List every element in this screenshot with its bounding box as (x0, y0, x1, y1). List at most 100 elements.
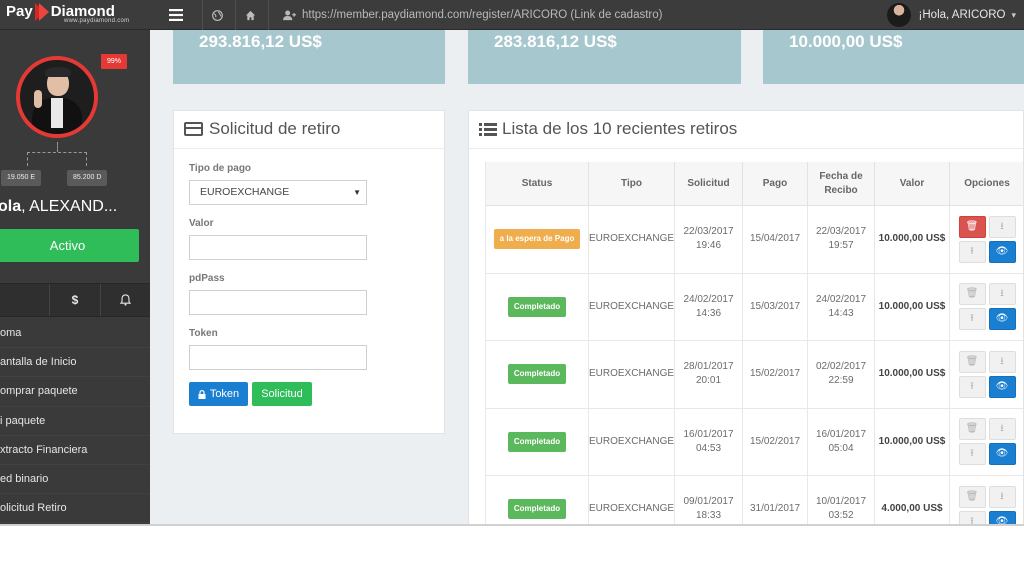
view-button[interactable]: 👁 (988, 443, 1016, 466)
upload-button[interactable]: ⭱ (958, 240, 986, 263)
status-cell: Completado (485, 341, 589, 409)
status-badge: a la espera de Pago (493, 229, 581, 250)
view-button[interactable]: 👁 (988, 308, 1016, 331)
upload-button[interactable]: ⭱ (958, 443, 986, 466)
recibo-cell: 24/02/2017 14:43 (808, 273, 875, 341)
binary-tree-branches (27, 152, 87, 166)
download-button[interactable]: ⭳ (988, 350, 1016, 373)
token-input[interactable] (189, 345, 367, 370)
globe-button[interactable] (202, 0, 232, 30)
referral-link[interactable]: https://member.paydiamond.com/register/A… (268, 0, 662, 30)
menu-toggle-button[interactable] (160, 0, 192, 30)
solicitud-cell: 28/01/2017 20:01 (675, 341, 743, 409)
stat-card-1: 293.816,12 US$ (173, 30, 445, 84)
table-row: a la espera de Pago EUROEXCHANGE 22/03/2… (485, 206, 1023, 274)
delete-button[interactable]: 🗑 (958, 283, 986, 306)
view-button[interactable]: 👁 (988, 240, 1016, 263)
col-valor[interactable]: Valor (875, 162, 950, 206)
stat-card-2: 283.816,12 US$ (468, 30, 741, 84)
avatar-hand (34, 90, 42, 108)
request-token-button[interactable]: Token (189, 382, 248, 406)
valor-cell: 10.000,00 US$ (875, 408, 950, 476)
hola-bold: ola (0, 198, 22, 215)
right-leg-points: 85.200 D (67, 170, 108, 186)
status-cell: Completado (485, 476, 589, 525)
tipo-pago-label: Tipo de pago (189, 163, 252, 174)
dollar-icon: $ (71, 293, 79, 307)
caret-down-icon: ▼ (353, 188, 361, 197)
sidebar-item-solicitud-retiro[interactable]: olicitud Retiro (0, 494, 150, 524)
referral-url: https://member.paydiamond.com/register/A… (302, 9, 663, 21)
col-fecha-recibo[interactable]: Fecha de Recibo (808, 162, 875, 206)
list-icon (479, 122, 497, 136)
list-title-text: Lista de los 10 recientes retiros (502, 119, 738, 138)
tipo-pago-select[interactable]: EUROEXCHANGE ▼ (189, 180, 367, 205)
account-status-button[interactable]: Activo (0, 229, 139, 262)
form-title: Solicitud de retiro (184, 119, 340, 139)
table-row: Completado EUROEXCHANGE 28/01/2017 20:01… (485, 341, 1023, 409)
tipo-cell: EUROEXCHANGE (589, 476, 675, 525)
status-badge: Completado (507, 296, 567, 317)
col-solicitud[interactable]: Solicitud (675, 162, 743, 206)
view-button[interactable]: 👁 (988, 375, 1016, 398)
pago-cell: 31/01/2017 (743, 476, 808, 525)
home-button[interactable] (235, 0, 265, 30)
tipo-pago-value: EUROEXCHANGE (200, 186, 290, 198)
trash-icon: 🗑 (965, 355, 979, 367)
brand-logo[interactable]: Pay Diamond www.paydiamond.com (6, 3, 129, 27)
trash-icon: 🗑 (965, 220, 979, 232)
download-button[interactable]: ⭳ (988, 215, 1016, 238)
pdpass-label: pdPass (189, 273, 225, 284)
tipo-cell: EUROEXCHANGE (589, 408, 675, 476)
col-pago[interactable]: Pago (743, 162, 808, 206)
list-title: Lista de los 10 recientes retiros (479, 119, 737, 139)
form-divider (174, 148, 444, 149)
col-tipo[interactable]: Tipo (589, 162, 675, 206)
sidebar-item-extracto-financiera[interactable]: xtracto Financiera (0, 436, 150, 465)
token-button-label: Token (209, 388, 240, 400)
sidebar-user-tab[interactable] (0, 284, 49, 316)
menu-icon (169, 9, 183, 21)
hola-name-text: , ALEXAND... (21, 198, 118, 215)
user-avatar (886, 3, 911, 27)
sidebar-notifications-tab[interactable] (99, 284, 150, 316)
upload-icon: ⭱ (970, 245, 974, 257)
valor-input[interactable] (189, 235, 367, 260)
status-cell: a la espera de Pago (485, 206, 589, 274)
delete-button[interactable]: 🗑 (958, 350, 986, 373)
pago-cell: 15/03/2017 (743, 273, 808, 341)
token-label: Token (189, 328, 218, 339)
delete-button[interactable]: 🗑 (958, 215, 986, 238)
brand-pay: Pay (6, 3, 33, 20)
brand-subtitle: www.paydiamond.com (64, 18, 130, 24)
table-row: Completado EUROEXCHANGE 24/02/2017 14:36… (485, 273, 1023, 341)
sidebar-item-mi-paquete[interactable]: i paquete (0, 407, 150, 436)
options-grid: 🗑 ⭳ ⭱ 👁 (958, 485, 1016, 525)
sidebar-item-pantalla-inicio[interactable]: antalla de Inicio (0, 348, 150, 378)
status-cell: Completado (485, 408, 589, 476)
delete-button[interactable]: 🗑 (958, 485, 986, 508)
sidebar-item-idioma[interactable]: oma (0, 319, 150, 349)
download-button[interactable]: ⭳ (988, 485, 1016, 508)
home-icon (245, 10, 256, 20)
upload-button[interactable]: ⭱ (958, 308, 986, 331)
sidebar-item-comprar-paquete[interactable]: omprar paquete (0, 377, 150, 407)
options-cell: 🗑 ⭳ ⭱ 👁 (950, 206, 1023, 274)
submit-solicitud-button[interactable]: Solicitud (252, 382, 312, 406)
profile-avatar[interactable] (16, 56, 98, 138)
options-grid: 🗑 ⭳ ⭱ 👁 (958, 418, 1016, 466)
sidebar-dollar-tab[interactable]: $ (49, 284, 99, 316)
pdpass-input[interactable] (189, 290, 367, 315)
completion-badge: 99% (101, 54, 128, 69)
col-status[interactable]: Status (485, 162, 589, 206)
app-window: Pay Diamond www.paydiamond.com https://m… (0, 0, 1024, 526)
sidebar-item-red-binario[interactable]: ed binario (0, 465, 150, 495)
user-menu[interactable]: ¡Hola, ARICORO ▾ (886, 0, 1016, 30)
upload-button[interactable]: ⭱ (958, 375, 986, 398)
download-button[interactable]: ⭳ (988, 283, 1016, 306)
delete-button[interactable]: 🗑 (958, 418, 986, 441)
upload-icon: ⭱ (970, 313, 974, 325)
download-button[interactable]: ⭳ (988, 418, 1016, 441)
recibo-cell: 10/01/2017 03:52 (808, 476, 875, 525)
download-icon: ⭳ (1000, 288, 1004, 300)
